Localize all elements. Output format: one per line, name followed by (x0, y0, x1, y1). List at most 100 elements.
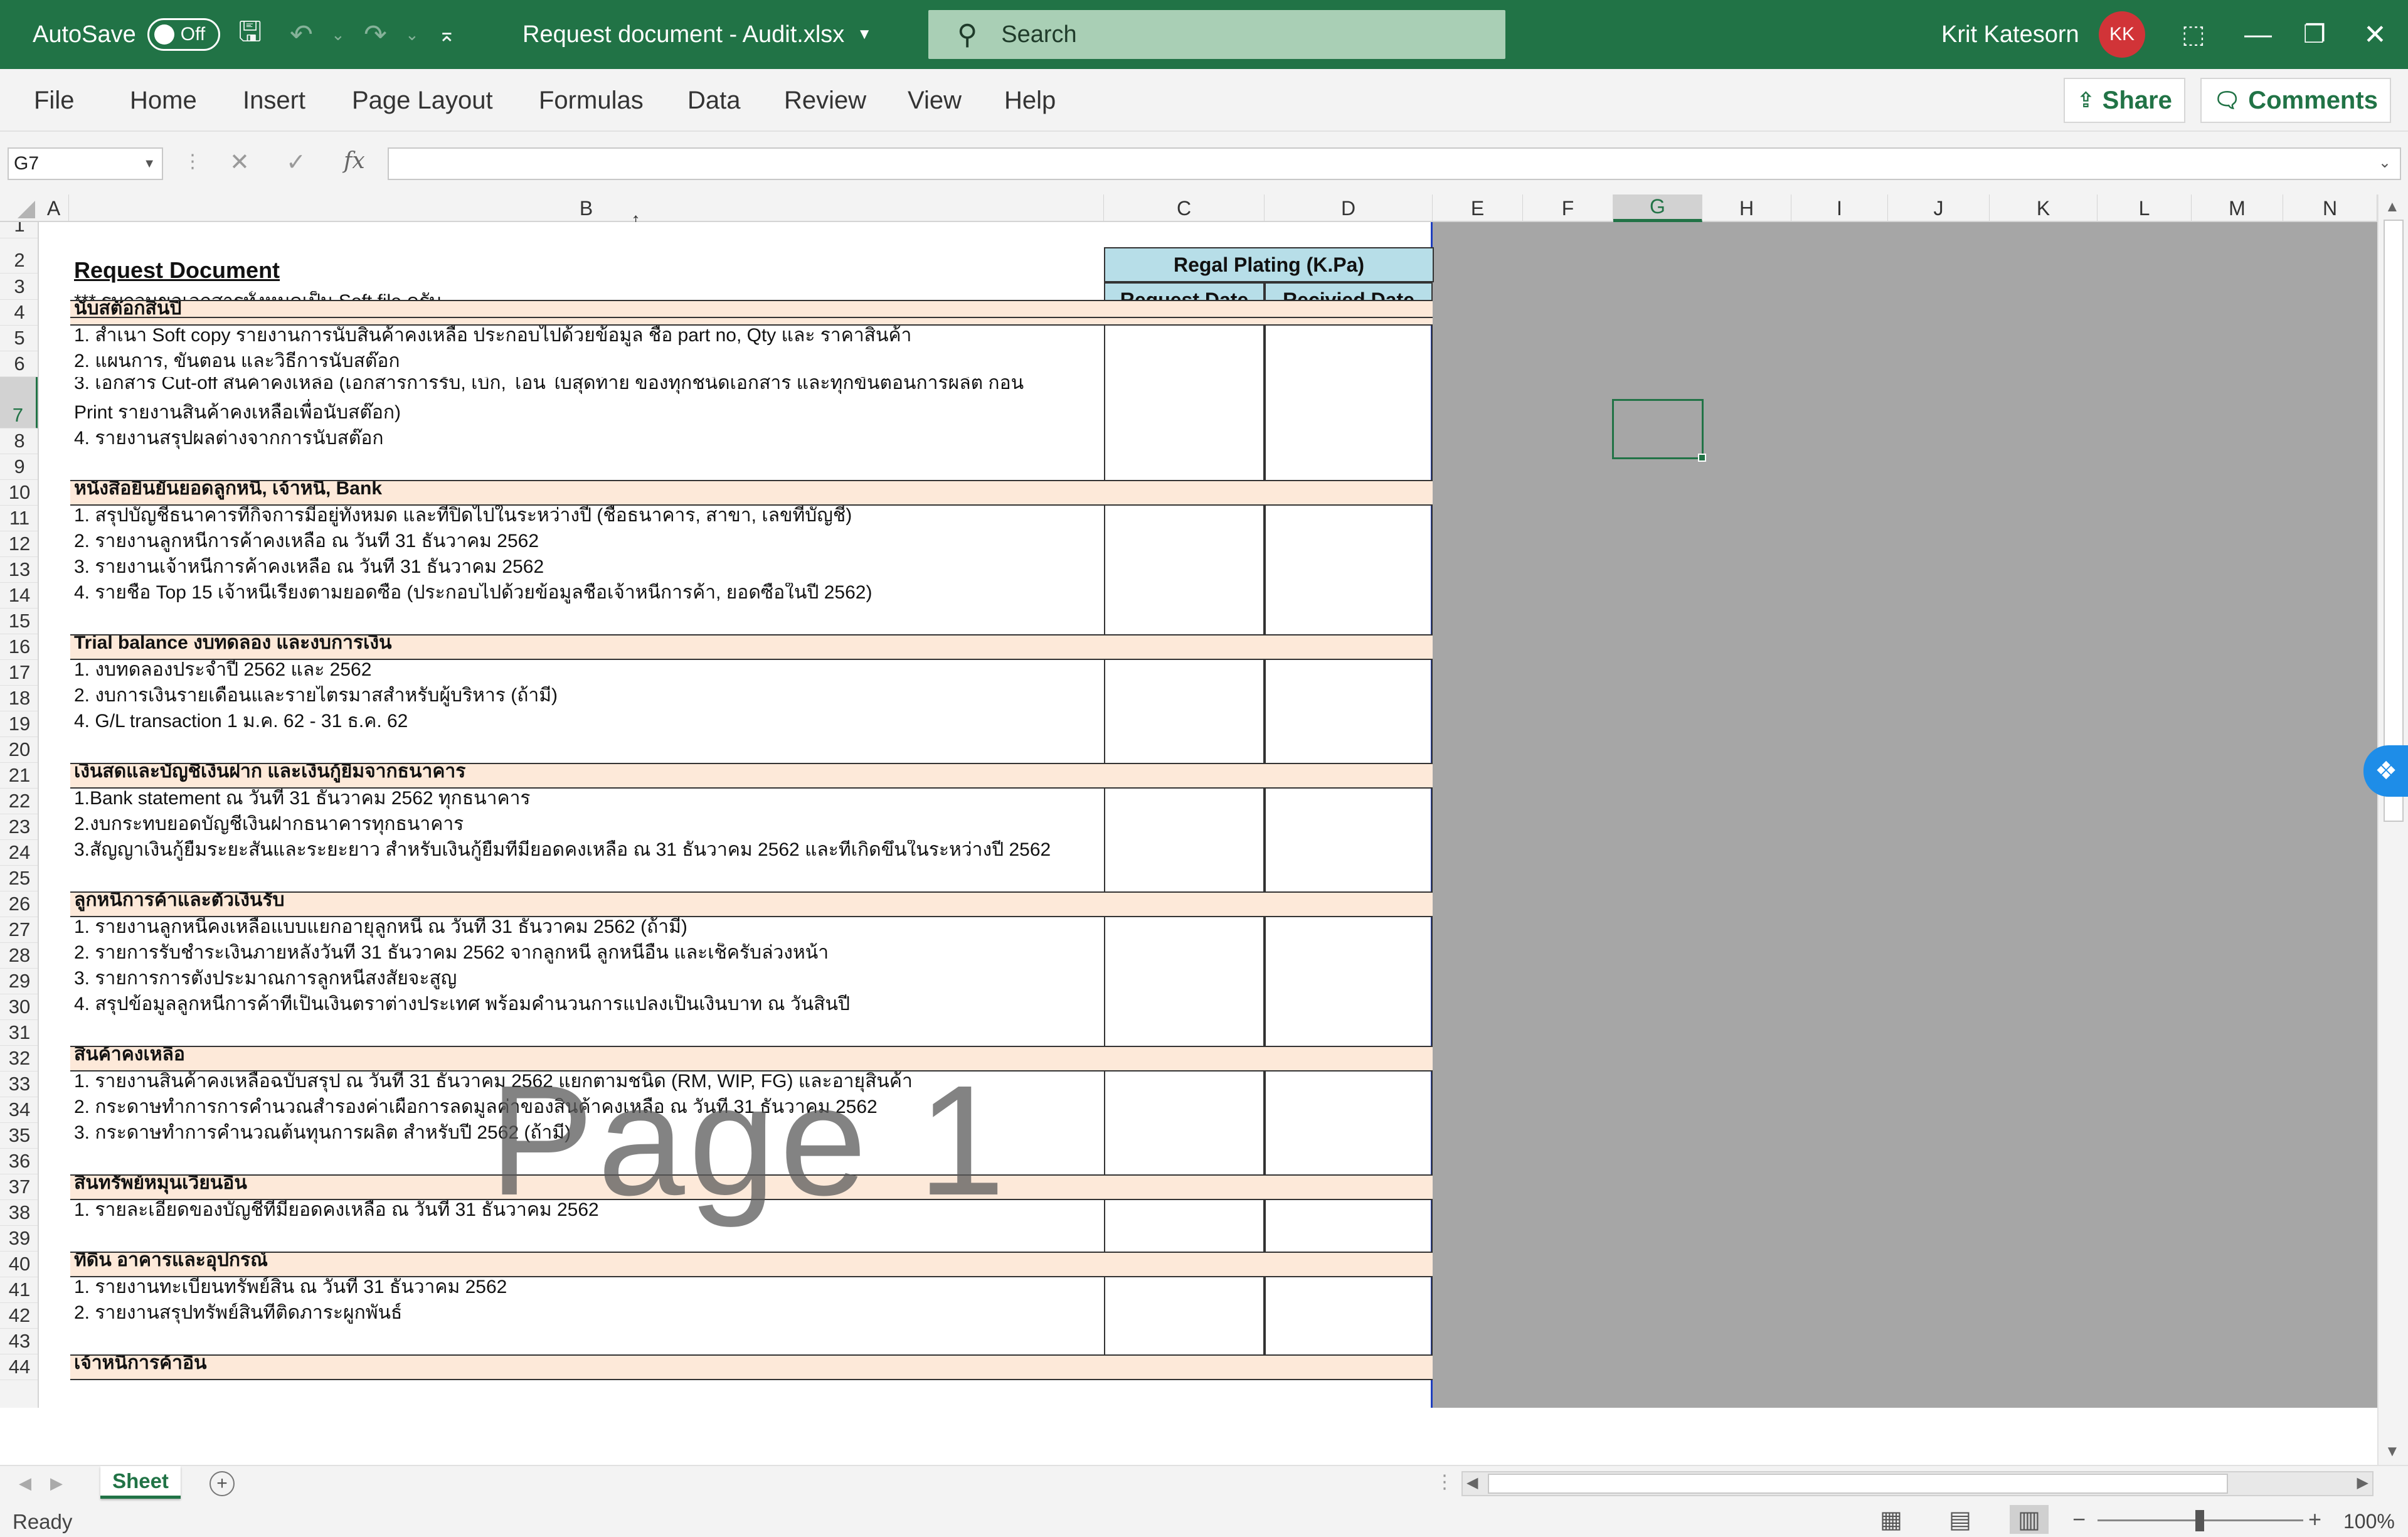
request-item[interactable]: 1.Bank statement ณ วันที่ 31 ธันวาคม 256… (70, 789, 1104, 814)
more-options-icon[interactable]: ⋮ (183, 151, 202, 173)
row-header-40[interactable]: 40 (0, 1252, 38, 1277)
dropbox-icon[interactable]: ❖ (2363, 745, 2408, 797)
request-item[interactable]: 3. รายงานเจ้าหนี้การค้าคงเหลือ ณ วันที่ … (70, 557, 1104, 583)
row-header-7[interactable]: 7 (0, 377, 38, 428)
row-header-35[interactable]: 35 (0, 1123, 38, 1149)
zoom-slider-knob[interactable] (2195, 1510, 2204, 1531)
row-header-30[interactable]: 30 (0, 994, 38, 1020)
request-item[interactable]: 2. งบการเงินรายเดือนและรายไตรมาสสำหรับผู… (70, 686, 1104, 711)
request-item[interactable]: 1. สรุปบัญชีธนาคารที่กิจการมีอยู่ทั้งหมด… (70, 506, 1104, 531)
row-header-2[interactable]: 2 (0, 238, 38, 274)
tab-formulas[interactable]: Formulas (539, 69, 644, 132)
request-item[interactable]: 2.งบกระทบยอดบัญชีเงินฝากธนาคารทุกธนาคาร (70, 814, 1104, 840)
request-item[interactable]: 4. รายชื่อ Top 15 เจ้าหนี้เรียงตามยอดซื้… (70, 583, 1104, 609)
row-header-11[interactable]: 11 (0, 506, 38, 531)
page-layout-view-icon[interactable]: ▤ (1941, 1505, 1980, 1534)
row-header-21[interactable]: 21 (0, 763, 38, 789)
request-item[interactable]: 4. สรุปข้อมูลลูกหนี้การค้าที่เป็นเงินตรา… (70, 994, 1104, 1020)
prev-sheet-icon[interactable]: ◀ (19, 1474, 31, 1493)
normal-view-icon[interactable]: ▦ (1872, 1505, 1911, 1534)
row-header-10[interactable]: 10 (0, 480, 38, 506)
row-header-31[interactable]: 31 (0, 1020, 38, 1046)
row-header-14[interactable]: 14 (0, 583, 38, 609)
document-title[interactable]: Request document - Audit.xlsx ▼ (522, 0, 872, 69)
insert-function-icon[interactable]: fx (344, 148, 365, 174)
undo-dropdown-icon[interactable]: ⌄ (331, 0, 345, 69)
row-header-27[interactable]: 27 (0, 917, 38, 943)
expand-formula-bar-icon[interactable]: ⌄ (2379, 154, 2391, 172)
tab-help[interactable]: Help (1004, 69, 1056, 132)
request-item[interactable]: 2. รายงานลูกหนี้การค้าคงเหลือ ณ วันที่ 3… (70, 531, 1104, 557)
request-item[interactable]: 2. รายงานสรุปทรัพย์สินที่ติดภาระผูกพันธ์ (70, 1303, 1104, 1329)
row-header-9[interactable]: 9 (0, 454, 38, 480)
row-header-32[interactable]: 32 (0, 1046, 38, 1072)
request-item[interactable]: 4. รายงานสรุปผลต่างจากการนับสต๊อก (70, 428, 1104, 454)
column-header-d[interactable]: D (1265, 194, 1433, 222)
row-header-38[interactable]: 38 (0, 1200, 38, 1226)
name-box[interactable]: G7 ▼ (8, 147, 163, 180)
column-header-g[interactable]: G (1613, 194, 1702, 222)
customize-toolbar-icon[interactable]: ⌅ (438, 0, 456, 69)
scroll-up-icon[interactable]: ▲ (2385, 198, 2400, 216)
scroll-down-icon[interactable]: ▼ (2385, 1443, 2400, 1460)
column-header-a[interactable]: A (39, 194, 69, 222)
non-print-area[interactable] (1433, 222, 2377, 1408)
restore-icon[interactable]: ❐ (2303, 0, 2326, 69)
row-header-8[interactable]: 8 (0, 428, 38, 454)
avatar[interactable]: KK (2099, 11, 2145, 58)
column-header-h[interactable]: H (1702, 194, 1791, 222)
row-header-28[interactable]: 28 (0, 943, 38, 969)
row-header-4[interactable]: 4 (0, 300, 38, 326)
selected-cell-g7[interactable] (1612, 399, 1706, 462)
autosave-toggle[interactable]: Off (147, 18, 220, 51)
close-icon[interactable]: ✕ (2363, 0, 2387, 69)
row-header-34[interactable]: 34 (0, 1097, 38, 1123)
column-header-b[interactable]: B (69, 194, 1104, 222)
row-header-5[interactable]: 5 (0, 326, 38, 351)
row-header-43[interactable]: 43 (0, 1329, 38, 1354)
row-header-20[interactable]: 20 (0, 737, 38, 763)
row-header-13[interactable]: 13 (0, 557, 38, 583)
horizontal-scroll-thumb[interactable] (1488, 1474, 2228, 1494)
zoom-level[interactable]: 100% (2343, 1510, 2395, 1533)
row-header-1[interactable]: 1 (0, 222, 38, 238)
tab-page-layout[interactable]: Page Layout (352, 69, 493, 132)
column-header-f[interactable]: F (1523, 194, 1613, 222)
save-icon[interactable]: 🖫 (238, 0, 262, 69)
select-all-button[interactable] (0, 194, 39, 222)
row-header-25[interactable]: 25 (0, 866, 38, 891)
tab-home[interactable]: Home (130, 69, 197, 132)
tab-data[interactable]: Data (687, 69, 741, 132)
redo-dropdown-icon[interactable]: ⌄ (405, 0, 419, 69)
tab-review[interactable]: Review (784, 69, 866, 132)
title-dropdown-icon[interactable]: ▼ (857, 26, 872, 43)
row-header-22[interactable]: 22 (0, 789, 38, 814)
redo-icon[interactable]: ↷ (364, 0, 387, 69)
zoom-in-icon[interactable]: + (2308, 1506, 2321, 1533)
ribbon-display-icon[interactable]: ⬚ (2182, 0, 2205, 69)
page-break-preview-icon[interactable]: ▥ (2010, 1505, 2049, 1534)
row-header-41[interactable]: 41 (0, 1277, 38, 1303)
column-header-k[interactable]: K (1990, 194, 2098, 222)
request-item[interactable]: 3.สัญญาเงินกู้ยืมระยะสั้นและระยะยาว สำหร… (70, 840, 1104, 866)
column-header-l[interactable]: L (2098, 194, 2192, 222)
tab-view[interactable]: View (908, 69, 962, 132)
share-button[interactable]: ⇪ Share (2064, 78, 2185, 123)
search-box[interactable]: ⚲ Search (928, 10, 1505, 59)
request-item[interactable]: 2. แผนการ, ขั้นตอน และวิธีการนับสต๊อก (70, 351, 1104, 377)
column-header-m[interactable]: M (2192, 194, 2283, 222)
name-box-dropdown-icon[interactable]: ▼ (143, 157, 156, 171)
section-heading[interactable]: ที่ดิน อาคารและอุปกรณ์ (70, 1252, 1433, 1277)
row-header-37[interactable]: 37 (0, 1174, 38, 1200)
section-heading[interactable]: Trial balance งบทดลอง และงบการเงิน (70, 634, 1433, 660)
row-header-15[interactable]: 15 (0, 609, 38, 634)
row-header-23[interactable]: 23 (0, 814, 38, 840)
tab-file[interactable]: File (34, 69, 74, 132)
scroll-right-icon[interactable]: ▶ (2357, 1474, 2368, 1492)
cancel-icon[interactable]: ✕ (230, 148, 250, 176)
request-item[interactable] (70, 454, 1104, 480)
row-header-44[interactable]: 44 (0, 1354, 38, 1380)
zoom-out-icon[interactable]: − (2072, 1506, 2086, 1533)
request-item[interactable]: 1. งบทดลองประจำปี 2562 และ 2562 (70, 660, 1104, 686)
section-heading[interactable]: ลูกหนี้การค้าและตั๋วเงินรับ (70, 891, 1433, 917)
